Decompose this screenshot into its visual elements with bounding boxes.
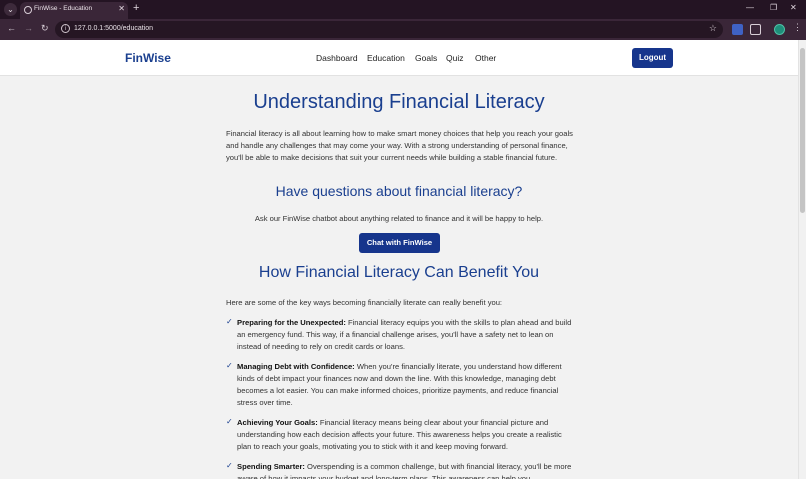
site-info-icon[interactable]: i: [61, 24, 70, 33]
close-tab-icon[interactable]: ✕: [118, 4, 125, 13]
back-icon[interactable]: ←: [7, 23, 16, 33]
intro-paragraph: Financial literacy is all about learning…: [226, 129, 573, 162]
checkmark-icon: ✓: [226, 417, 233, 426]
site-header: FinWise Dashboard Education Goals Quiz O…: [0, 40, 798, 76]
benefits-heading: How Financial Literacy Can Benefit You: [258, 264, 540, 281]
page-title: Understanding Financial Literacy: [253, 91, 545, 113]
nav-quiz[interactable]: Quiz: [446, 53, 463, 63]
questions-text: Ask our FinWise chatbot about anything r…: [254, 214, 544, 223]
nav-education[interactable]: Education: [367, 53, 405, 63]
checkmark-icon: ✓: [226, 461, 233, 470]
checkmark-icon: ✓: [226, 317, 233, 326]
logout-button[interactable]: Logout: [632, 48, 673, 68]
new-tab-icon[interactable]: +: [133, 2, 139, 14]
benefit-title: Managing Debt with Confidence:: [237, 362, 355, 371]
window-close-icon[interactable]: ✕: [790, 3, 797, 12]
url-text: 127.0.0.1:5000/education: [74, 25, 154, 32]
benefit-text: Preparing for the Unexpected: Financial …: [237, 317, 577, 353]
bookmark-star-icon[interactable]: ☆: [709, 23, 717, 34]
minimize-icon[interactable]: —: [746, 3, 754, 12]
browser-tab[interactable]: FinWise - Education ✕: [20, 2, 128, 19]
reload-icon[interactable]: ↻: [41, 23, 49, 34]
benefit-title: Achieving Your Goals:: [237, 418, 318, 427]
tab-title: FinWise - Education: [34, 5, 93, 12]
restore-icon[interactable]: ❐: [770, 3, 777, 12]
browser-tab-bar: ⌄ FinWise - Education ✕ + — ❐ ✕: [0, 0, 806, 19]
benefits-intro: Here are some of the key ways becoming f…: [226, 298, 503, 307]
nav-dashboard[interactable]: Dashboard: [316, 53, 358, 63]
benefit-title: Preparing for the Unexpected:: [237, 318, 346, 327]
extension-shield-icon[interactable]: [732, 24, 743, 35]
nav-other[interactable]: Other: [475, 53, 496, 63]
benefit-text: Achieving Your Goals: Financial literacy…: [237, 417, 577, 453]
extensions-puzzle-icon[interactable]: [750, 24, 761, 35]
benefit-text: Managing Debt with Confidence: When you'…: [237, 361, 577, 409]
benefit-title: Spending Smarter:: [237, 462, 305, 471]
questions-heading: Have questions about financial literacy?: [275, 183, 523, 199]
nav-goals[interactable]: Goals: [415, 53, 437, 63]
forward-icon[interactable]: →: [24, 23, 33, 33]
brand-logo[interactable]: FinWise: [125, 51, 171, 65]
checkmark-icon: ✓: [226, 361, 233, 370]
address-bar[interactable]: i 127.0.0.1:5000/education ☆: [55, 21, 723, 38]
benefit-text: Spending Smarter: Overspending is a comm…: [237, 461, 577, 479]
profile-avatar[interactable]: [774, 24, 785, 35]
browser-menu-icon[interactable]: ⋮: [793, 22, 802, 33]
chat-with-finwise-button[interactable]: Chat with FinWise: [359, 233, 440, 253]
scrollbar-thumb[interactable]: [800, 48, 805, 213]
page-scrollbar[interactable]: [798, 40, 806, 479]
globe-icon: [24, 6, 32, 14]
browser-toolbar: ← → ↻ i 127.0.0.1:5000/education ☆: [0, 19, 806, 40]
page-viewport: FinWise Dashboard Education Goals Quiz O…: [0, 40, 798, 479]
tab-list-icon[interactable]: ⌄: [4, 3, 17, 16]
